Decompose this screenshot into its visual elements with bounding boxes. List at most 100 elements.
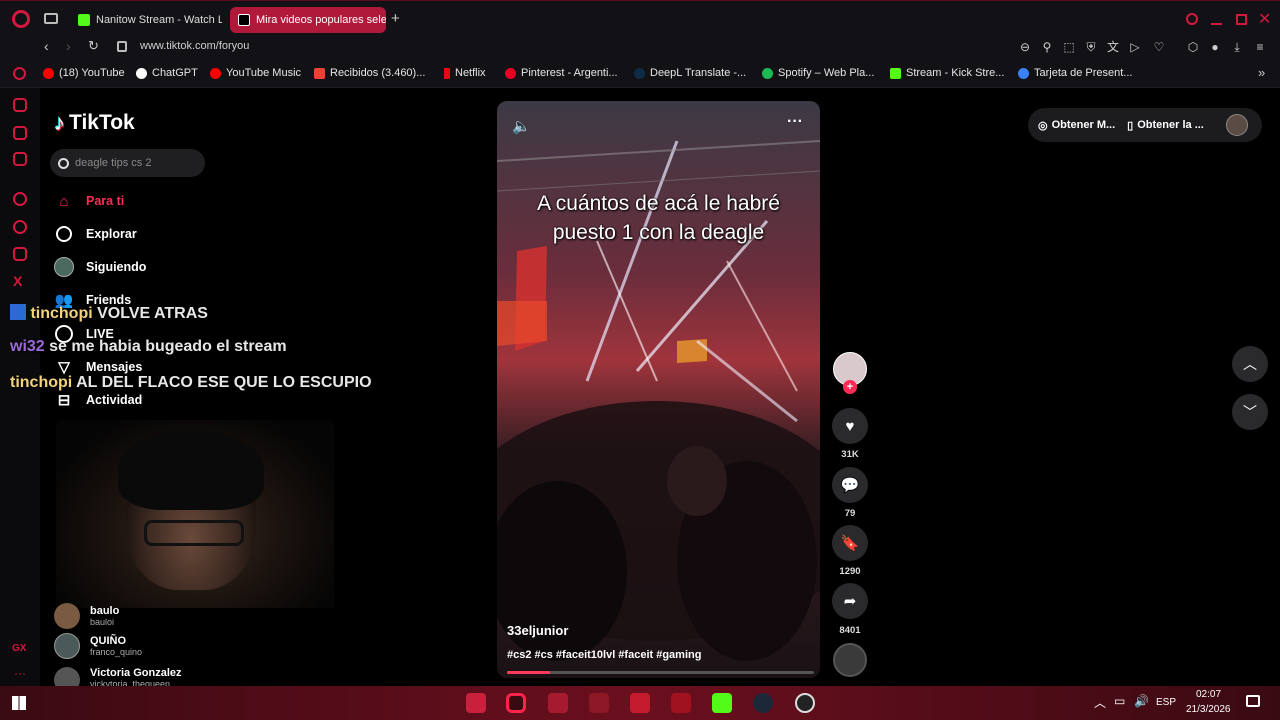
close-icon[interactable]: ✕ <box>1258 9 1271 29</box>
save-count: 1290 <box>839 566 861 577</box>
new-tab-button[interactable]: + <box>391 10 400 27</box>
tiktok-logo[interactable]: ♪ TikTok <box>54 110 135 136</box>
clock-time[interactable]: 02:07 <box>1196 689 1221 700</box>
play-icon[interactable]: ▷ <box>1128 40 1142 54</box>
snapshot-icon[interactable]: ⬚ <box>1062 40 1076 54</box>
network-icon[interactable]: ▭ <box>1114 694 1125 708</box>
address-bar: ‹ › ↻ www.tiktok.com/foryou ⊖ ⚲ ⬚ ⛨ 文 ▷ … <box>0 36 1280 60</box>
chatgpt-sidebar-icon[interactable] <box>13 192 27 206</box>
video-hashtags[interactable]: #cs2 #cs #faceit10lvl #faceit #gaming <box>507 649 701 661</box>
bookmark-youtube[interactable]: (18) YouTube <box>43 67 125 79</box>
heart-icon[interactable]: ♡ <box>1152 40 1166 54</box>
bookmark-chatgpt[interactable]: ChatGPT <box>136 67 198 79</box>
following-account[interactable]: baulo bauloi <box>54 603 119 629</box>
bookmark-tarjeta[interactable]: Tarjeta de Present... <box>1018 67 1132 79</box>
nav-siguiendo[interactable]: Siguiendo <box>54 257 146 277</box>
twitch-icon[interactable] <box>13 152 27 166</box>
zoom-icon[interactable]: ⊖ <box>1018 40 1032 54</box>
chat-text: se me habia bugeado el stream <box>49 338 287 355</box>
search-tabs-icon[interactable] <box>1186 13 1198 25</box>
obs-icon[interactable] <box>795 693 815 713</box>
chevron-up-icon: ︿ <box>1243 356 1257 372</box>
restore-icon[interactable] <box>1236 14 1247 25</box>
tray-chevron-icon[interactable]: ︿ <box>1094 694 1106 711</box>
next-video-button[interactable]: ﹀ <box>1232 394 1268 430</box>
url-field[interactable]: www.tiktok.com/foryou <box>140 40 249 52</box>
comment-button[interactable]: 💬 <box>832 467 868 503</box>
video-player[interactable]: 🔈 ··· A cuántos de acá le habré puesto 1… <box>497 101 820 678</box>
clock-date[interactable]: 21/3/2026 <box>1186 704 1231 715</box>
tab-tiktok[interactable]: Mira videos populares sele <box>230 7 386 33</box>
gx-logo-icon[interactable]: GX <box>12 643 26 654</box>
nav-para-ti[interactable]: ⌂ Para ti <box>54 191 124 211</box>
search-input[interactable]: deagle tips cs 2 <box>50 149 205 177</box>
volume-tray-icon[interactable]: 🔊 <box>1134 694 1149 708</box>
bookmark-deepl[interactable]: DeepL Translate -... <box>634 67 746 79</box>
nav-explorar[interactable]: Explorar <box>54 224 137 244</box>
app-icon[interactable] <box>630 693 650 713</box>
steam-icon[interactable] <box>753 693 773 713</box>
more-options-icon[interactable]: ··· <box>787 113 803 131</box>
video-progress-bar[interactable] <box>507 671 814 674</box>
translate-icon[interactable]: 文 <box>1106 40 1120 54</box>
chevron-down-icon: ﹀ <box>1243 404 1257 420</box>
follow-plus-icon[interactable]: + <box>843 380 857 394</box>
bookmark-gmail[interactable]: Recibidos (3.460)... <box>314 67 425 79</box>
x-twitter-icon[interactable]: X <box>13 273 22 289</box>
previous-video-button[interactable]: ︿ <box>1232 346 1268 382</box>
opera-logo-icon[interactable] <box>12 10 30 28</box>
language-indicator[interactable]: ESP <box>1156 697 1176 708</box>
app-icon[interactable] <box>589 693 609 713</box>
bookmark-spotify[interactable]: Spotify – Web Pla... <box>762 67 874 79</box>
kick-taskbar-icon[interactable] <box>712 693 732 713</box>
windows-start-icon[interactable] <box>12 696 26 710</box>
canva-icon <box>1018 67 1029 79</box>
kick-icon <box>78 14 90 26</box>
profile-icon[interactable]: ● <box>1208 40 1222 54</box>
extensions-icon[interactable]: ⬡ <box>1186 40 1200 54</box>
more-bookmarks-icon[interactable]: » <box>1258 65 1265 80</box>
opera-gx-taskbar-icon[interactable] <box>506 693 526 713</box>
bookmark-youtube-music[interactable]: YouTube Music <box>210 67 301 79</box>
nav-actividad[interactable]: ⊟ Actividad <box>54 390 143 410</box>
whatsapp-icon[interactable] <box>13 220 27 234</box>
bookmark-netflix[interactable]: Netflix <box>444 67 486 79</box>
minimize-icon[interactable] <box>1211 23 1222 25</box>
app-icon[interactable] <box>548 693 568 713</box>
bookmark-kick[interactable]: Stream - Kick Stre... <box>890 67 1004 79</box>
get-app-button[interactable]: ▯ Obtener la ... <box>1127 119 1204 132</box>
following-account[interactable]: Victoria Gonzalez vickytoria_thequeen <box>54 667 182 686</box>
chat-message: tinchopi AL DEL FLACO ESE QUE LO ESCUPIO <box>10 374 372 392</box>
like-button[interactable]: ♥ <box>832 408 868 444</box>
spotify-icon <box>762 67 773 79</box>
avatar[interactable] <box>1226 114 1248 136</box>
pin-icon[interactable]: ⚲ <box>1040 40 1054 54</box>
share-button[interactable]: ➦ <box>832 583 868 619</box>
following-account[interactable]: QUIÑO franco_quino <box>54 633 142 659</box>
history-icon[interactable] <box>13 67 26 80</box>
video-username[interactable]: 33eljunior <box>507 623 568 638</box>
instagram-icon[interactable] <box>13 247 27 261</box>
app-icon[interactable] <box>671 693 691 713</box>
forward-icon[interactable]: › <box>66 38 71 54</box>
chat-username: wi32 <box>10 338 45 355</box>
more-icon[interactable]: ··· <box>14 666 26 680</box>
app-icon[interactable] <box>466 693 486 713</box>
shield-icon[interactable]: ⛨ <box>1084 40 1098 54</box>
stage-lights <box>497 140 820 661</box>
notification-icon[interactable] <box>1246 695 1260 707</box>
bookmark-pinterest[interactable]: Pinterest - Argenti... <box>505 67 618 79</box>
download-icon[interactable]: ⤓ <box>1230 40 1244 54</box>
gx-corner-icon[interactable] <box>13 126 27 140</box>
save-button[interactable]: 🔖 <box>832 525 868 561</box>
tab-nanitow[interactable]: Nanitow Stream - Watch Li <box>70 7 222 33</box>
avatar <box>54 633 80 659</box>
volume-icon[interactable]: 🔈 <box>512 117 531 135</box>
reload-icon[interactable]: ↻ <box>88 38 99 54</box>
gx-control-icon[interactable] <box>13 98 27 112</box>
menu-icon[interactable]: ≡ <box>1253 40 1267 54</box>
get-coins-button[interactable]: ◎ Obtener M... <box>1038 119 1115 132</box>
sound-avatar[interactable] <box>833 643 867 677</box>
tab-list-icon[interactable] <box>44 13 58 24</box>
back-icon[interactable]: ‹ <box>44 38 49 54</box>
